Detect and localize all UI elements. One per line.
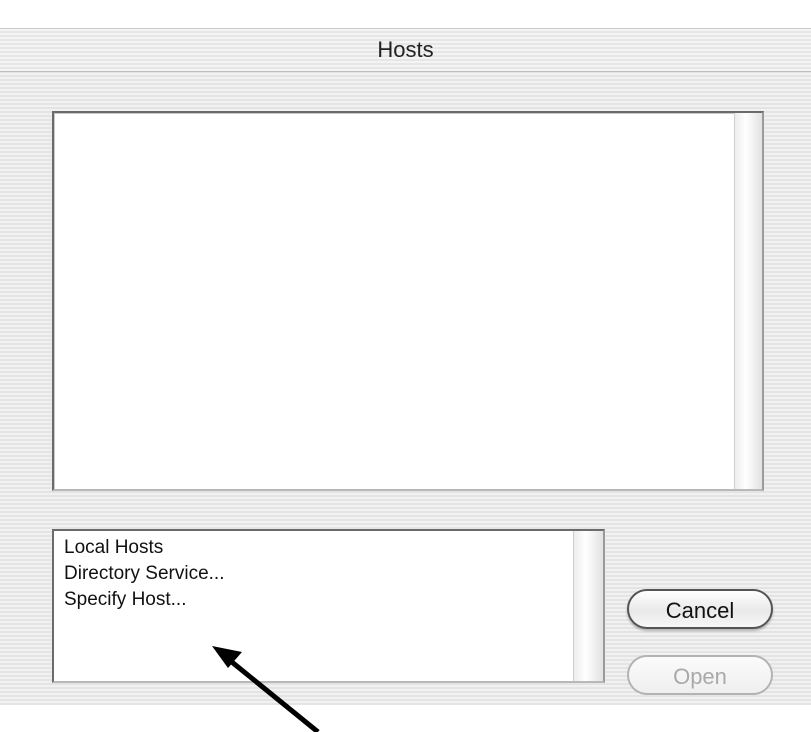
hosts-list[interactable] xyxy=(52,111,764,491)
title-bar[interactable]: Hosts xyxy=(0,29,811,72)
list-item-specify-host[interactable]: Specify Host... xyxy=(64,589,187,611)
cancel-button[interactable]: Cancel xyxy=(627,589,773,629)
host-source-list[interactable]: Local Hosts Directory Service... Specify… xyxy=(52,529,605,683)
list-item-directory-service[interactable]: Directory Service... xyxy=(64,563,224,585)
open-button[interactable]: Open xyxy=(627,655,773,695)
window-title: Hosts xyxy=(377,37,434,62)
hosts-dialog: Hosts Local Hosts Directory Service... S… xyxy=(0,28,811,705)
source-list-scrollbar[interactable] xyxy=(573,531,603,681)
list-item-local-hosts[interactable]: Local Hosts xyxy=(64,537,163,559)
hosts-list-scrollbar[interactable] xyxy=(734,113,762,489)
